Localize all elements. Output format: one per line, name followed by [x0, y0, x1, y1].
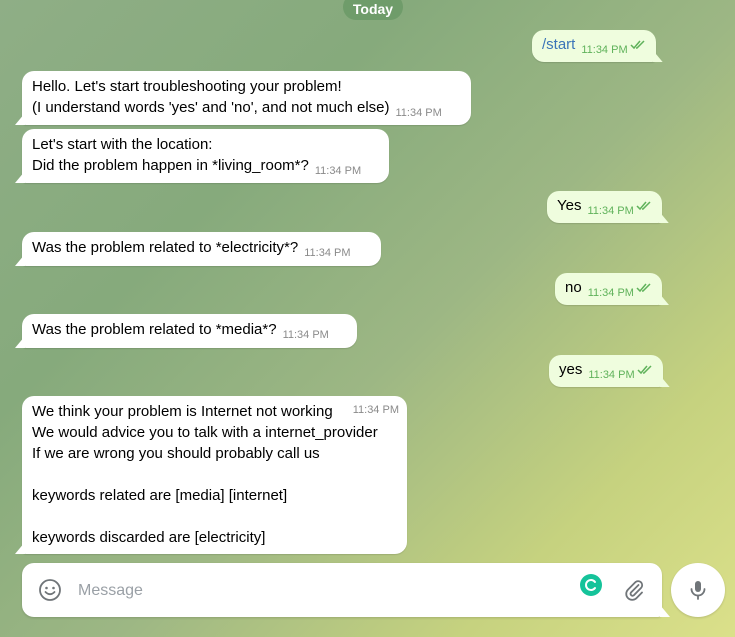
message-bubble-outgoing[interactable]: no 11:34 PM	[555, 273, 662, 305]
message-bubble-outgoing[interactable]: yes 11:34 PM	[549, 355, 663, 387]
message-bubble-outgoing[interactable]: /start 11:34 PM	[532, 30, 656, 62]
message-time: 11:34 PM	[304, 247, 351, 259]
message-composer	[22, 563, 662, 617]
message-bubble-outgoing[interactable]: Yes 11:34 PM	[547, 191, 662, 223]
message-line: keywords discarded are [electricity]	[32, 529, 266, 546]
date-pill: Today	[343, 0, 403, 20]
message-line	[32, 464, 397, 485]
paperclip-icon[interactable]	[622, 578, 646, 602]
double-check-icon	[636, 278, 652, 299]
message-line: Did the problem happen in *living_room*?	[32, 157, 309, 174]
emoji-smile-icon[interactable]	[38, 578, 62, 602]
message-time: 11:34 PM	[587, 287, 634, 299]
message-line: Was the problem related to *media*?	[32, 321, 277, 338]
message-bubble-incoming[interactable]: Let's start with the location: Did the p…	[22, 129, 389, 183]
microphone-icon	[690, 581, 706, 600]
message-line: yes	[559, 361, 583, 378]
message-input[interactable]	[76, 576, 550, 606]
double-check-icon	[630, 35, 646, 56]
double-check-icon	[636, 196, 652, 217]
message-line: keywords related are [media] [internet]	[32, 487, 288, 504]
message-time: 11:34 PM	[588, 369, 635, 381]
message-time: 11:34 PM	[282, 329, 329, 341]
message-line: If we are wrong you should probably call…	[32, 445, 320, 462]
message-line	[32, 506, 397, 527]
grammarly-icon[interactable]	[580, 574, 602, 596]
message-line: Yes	[557, 197, 582, 214]
message-line: Let's start with the location:	[32, 136, 213, 153]
command-link[interactable]: /start	[542, 36, 575, 53]
message-line: We think your problem is Internet not wo…	[32, 403, 333, 420]
message-line: We would advice you to talk with a inter…	[32, 424, 378, 441]
message-line: Was the problem related to *electricity*…	[32, 239, 299, 256]
message-time: 11:34 PM	[395, 107, 442, 119]
message-line: (I understand words 'yes' and 'no', and …	[32, 99, 390, 116]
message-bubble-incoming[interactable]: Was the problem related to *electricity*…	[22, 232, 381, 266]
message-bubble-incoming[interactable]: Hello. Let's start troubleshooting your …	[22, 71, 471, 125]
microphone-button[interactable]	[671, 563, 725, 617]
message-time: 11:34 PM	[314, 165, 362, 177]
message-bubble-incoming[interactable]: Was the problem related to *media*? 11:34…	[22, 314, 357, 348]
message-bubble-incoming[interactable]: We think your problem is Internet not wo…	[22, 396, 407, 554]
message-time: 11:34 PM	[587, 205, 634, 217]
message-time: 11:34 PM	[581, 44, 628, 56]
message-line: no	[565, 279, 582, 296]
message-time: 11:34 PM	[352, 404, 399, 416]
double-check-icon	[637, 360, 653, 381]
message-line: Hello. Let's start troubleshooting your …	[32, 78, 342, 95]
